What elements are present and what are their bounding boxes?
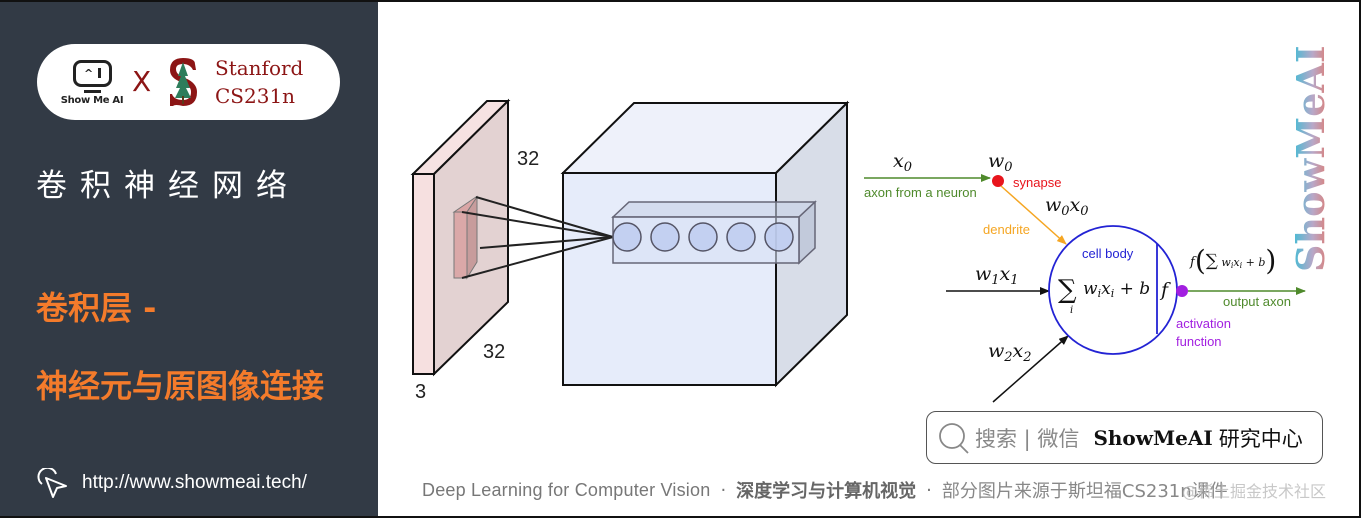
- vertical-brand-text: ShowMeAI: [1288, 45, 1333, 272]
- f-label: f: [1159, 279, 1171, 301]
- cross-mark: X: [132, 65, 152, 98]
- sidebar: ^ Show Me AI X Stanford CS231n 卷积神经网络 卷积…: [0, 0, 378, 518]
- website-url[interactable]: http://www.showmeai.tech/: [82, 472, 307, 494]
- robot-eye-icon: ^: [84, 67, 94, 80]
- output-formula: f(∑ wixi + b): [1189, 244, 1276, 277]
- showmeai-logo-text: Show Me AI: [60, 95, 124, 106]
- footer: Deep Learning for Computer Vision · 深度学习…: [422, 477, 1228, 503]
- robot-stand-icon: [84, 90, 101, 93]
- input-volume-front: [412, 173, 435, 375]
- w0-label: w0: [988, 150, 1013, 175]
- sum-symbol: ∑: [1058, 275, 1077, 305]
- course-title: 卷积神经网络: [36, 168, 300, 204]
- wechat-search-box[interactable]: 搜索 | 微信 ShowMeAI 研究中心: [926, 411, 1323, 464]
- input-width-label: 32: [483, 341, 505, 363]
- neuron-circle: [726, 222, 756, 252]
- sum-index: i: [1070, 305, 1073, 316]
- search-icon: [939, 422, 969, 454]
- neuron-circle: [650, 222, 680, 252]
- section-title-line1: 卷积层 -: [36, 289, 157, 327]
- activation-label-line2: function: [1176, 334, 1222, 349]
- activation-dot: [1176, 285, 1188, 297]
- sum-formula: wixi + b: [1083, 279, 1150, 300]
- stanford-course-text: Stanford CS231n: [215, 54, 303, 110]
- search-suffix: 研究中心: [1218, 426, 1303, 451]
- input-depth-label: 3: [415, 381, 426, 403]
- logo-banner: ^ Show Me AI X Stanford CS231n: [37, 44, 340, 120]
- input-height-label: 32: [517, 148, 539, 170]
- search-brand: ShowMeAI: [1093, 425, 1213, 450]
- w2x2-label: w2x2: [988, 340, 1032, 365]
- footer-english: Deep Learning for Computer Vision: [422, 479, 711, 500]
- activation-label-line1: activation: [1176, 316, 1231, 331]
- section-title-line2: 神经元与原图像连接: [36, 367, 325, 405]
- cursor-click-icon: [37, 468, 67, 498]
- w0x0-label: w0x0: [1045, 194, 1089, 219]
- neuron-circle: [612, 222, 642, 252]
- neuron-column: [611, 200, 817, 265]
- receptive-field-front: [453, 211, 468, 279]
- cell-body-label: cell body: [1082, 246, 1134, 261]
- x0-label: x0: [893, 150, 912, 175]
- search-hint: 搜索 | 微信: [975, 426, 1080, 451]
- synapse-dot: [992, 175, 1004, 187]
- footer-separator: ·: [926, 479, 932, 501]
- input-volume: [410, 98, 511, 377]
- neuron-circle: [764, 222, 794, 252]
- dendrite-label: dendrite: [983, 222, 1030, 237]
- course-code-label: CS231n: [215, 84, 296, 108]
- showmeai-logo: ^ Show Me AI: [59, 58, 125, 108]
- neuron-model: x0 axon from a neuron w0 synapse w0x0 de…: [864, 150, 1306, 403]
- stanford-logo-icon: [170, 58, 197, 106]
- axon-label: axon from a neuron: [864, 185, 977, 200]
- platform-watermark: @稀土掘金技术社区: [1182, 482, 1327, 501]
- robot-screen-icon: ^: [73, 60, 112, 87]
- neuron-circle: [688, 222, 718, 252]
- synapse-label: synapse: [1013, 175, 1061, 190]
- website-link[interactable]: http://www.showmeai.tech/: [36, 468, 307, 498]
- neuron-column-top: [611, 201, 817, 218]
- stanford-label: Stanford: [215, 56, 304, 80]
- w1x1-label: w1x1: [975, 263, 1019, 288]
- robot-eye-icon: [98, 68, 101, 78]
- output-axon-label: output axon: [1223, 294, 1291, 309]
- footer-chinese-title: 深度学习与计算机视觉: [736, 481, 917, 502]
- footer-separator: ·: [720, 479, 727, 501]
